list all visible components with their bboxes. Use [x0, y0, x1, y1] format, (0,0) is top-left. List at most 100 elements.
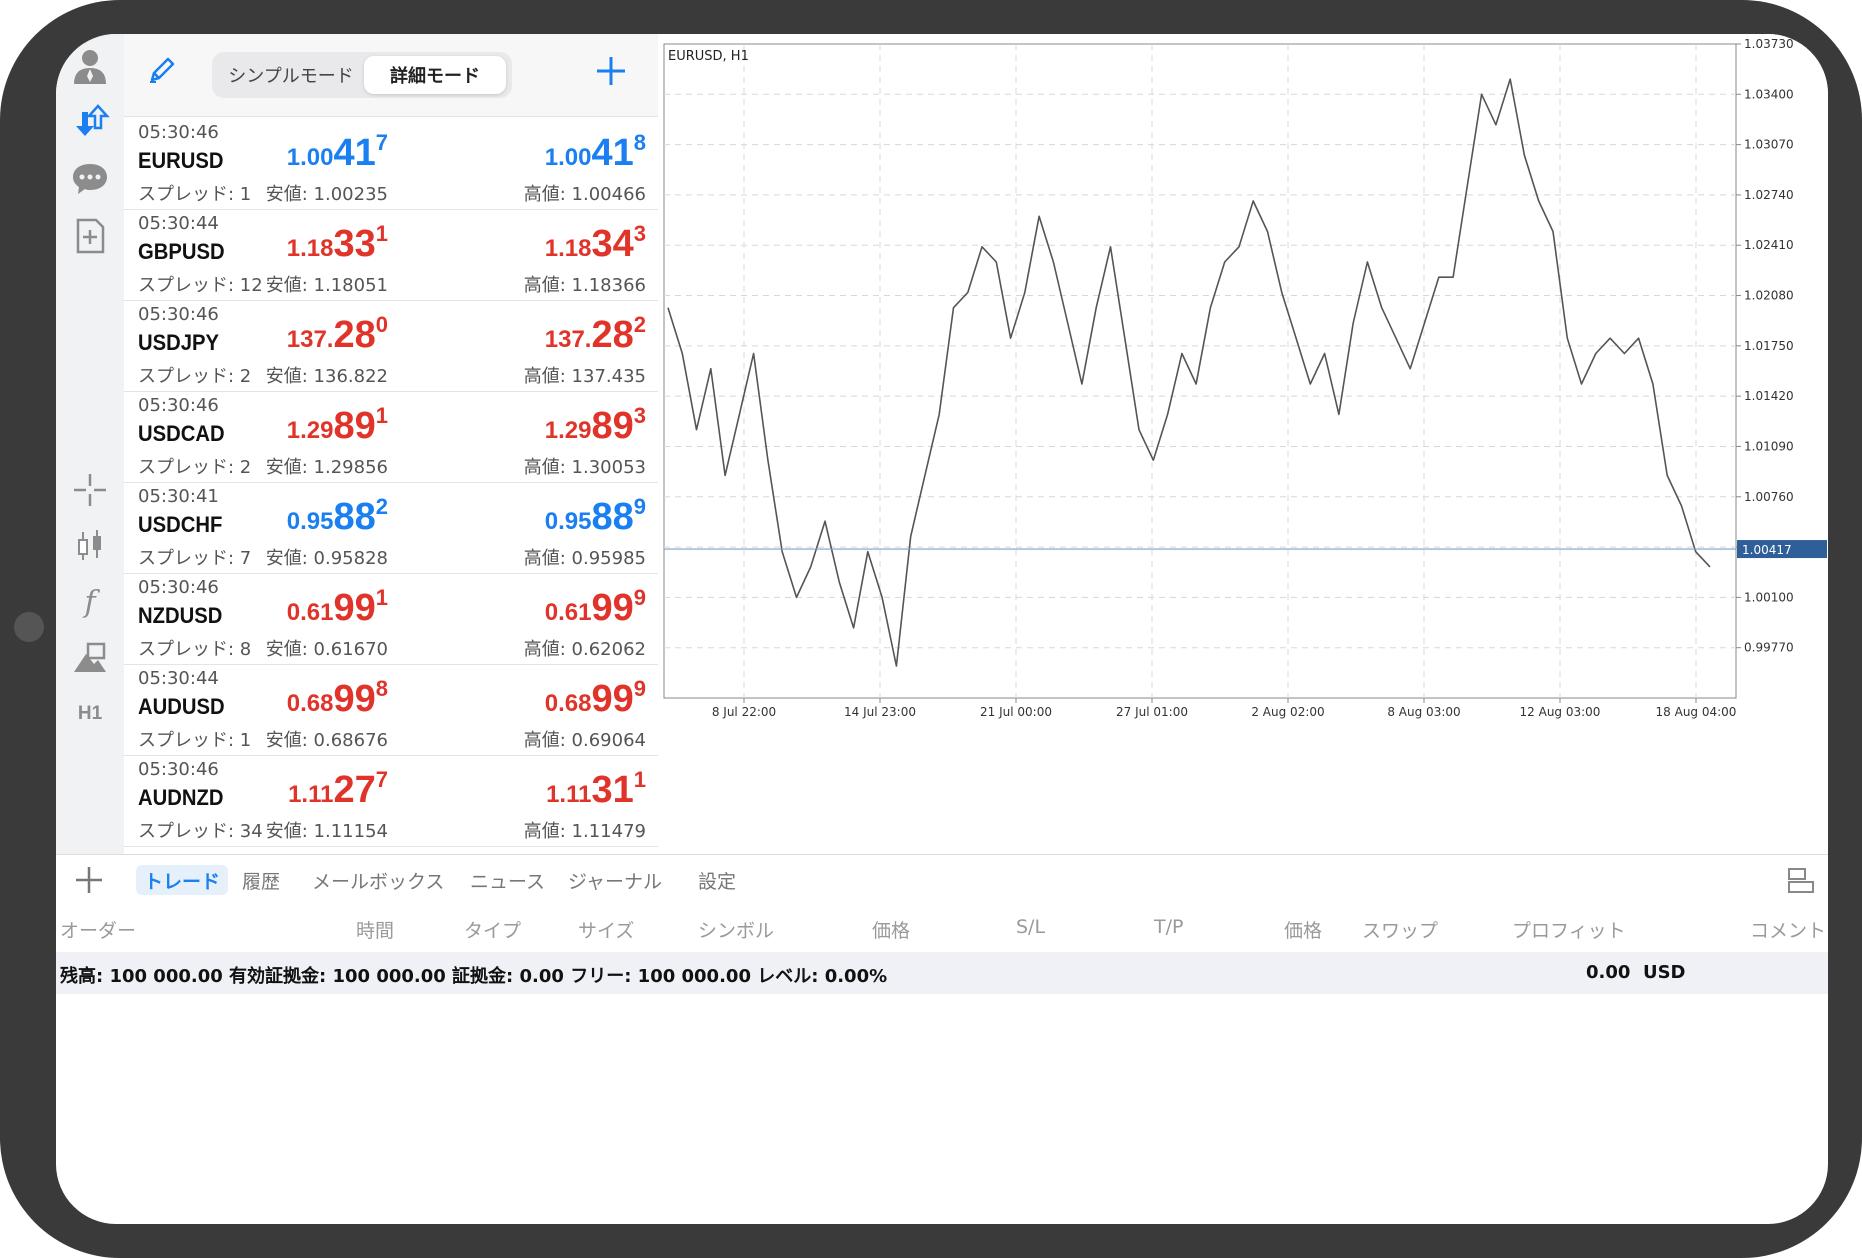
- quote-low: 安値: 0.95828: [265, 548, 388, 569]
- account-icon[interactable]: [66, 42, 114, 90]
- layout-toggle-icon[interactable]: [1786, 865, 1816, 899]
- bid-price[interactable]: 1.00417: [287, 130, 388, 175]
- quote-spread: スプレッド: 1: [138, 184, 252, 205]
- simple-mode-button[interactable]: シンプルモード: [218, 57, 364, 93]
- quote-symbol: USDCHF: [138, 512, 223, 537]
- quote-time: 05:30:46: [138, 395, 219, 416]
- quote-low: 安値: 1.18051: [265, 275, 388, 296]
- balance-row: 残高: 100 000.00 有効証拠金: 100 000.00 証拠金: 0.…: [56, 952, 1828, 994]
- bid-price[interactable]: 137.280: [287, 312, 388, 357]
- quote-spread: スプレッド: 12: [138, 275, 263, 296]
- bid-price[interactable]: 0.95882: [287, 494, 388, 539]
- quote-row-nzdusd[interactable]: 05:30:46 NZDUSD スプレッド: 8 0.61991 0.61999…: [124, 573, 658, 665]
- quote-row-usdjpy[interactable]: 05:30:46 USDJPY スプレッド: 2 137.280 137.282…: [124, 300, 658, 392]
- quote-low: 安値: 0.68676: [265, 730, 388, 751]
- trade-arrows-icon[interactable]: [66, 98, 114, 146]
- detailed-mode-button[interactable]: 詳細モード: [364, 56, 506, 94]
- quote-time: 05:30:46: [138, 122, 219, 143]
- quote-symbol: EURUSD: [138, 148, 224, 173]
- quote-symbol: AUDNZD: [138, 785, 224, 810]
- x-tick-label: 14 Jul 23:00: [844, 705, 916, 719]
- quote-high: 高値: 137.435: [523, 366, 646, 387]
- quote-low: 安値: 1.29856: [265, 457, 388, 478]
- bid-price[interactable]: 1.29891: [287, 403, 388, 448]
- quote-row-audusd[interactable]: 05:30:44 AUDUSD スプレッド: 1 0.68998 0.68999…: [124, 664, 658, 756]
- col-order: オーダー: [60, 920, 137, 942]
- terminal-tab-bar: トレード 履歴 メールボックス ニュース ジャーナル 設定: [56, 854, 1828, 905]
- quote-row-usdchf[interactable]: 05:30:41 USDCHF スプレッド: 7 0.95882 0.95889…: [124, 482, 658, 574]
- crosshair-icon[interactable]: [66, 466, 114, 514]
- tab-mailbox[interactable]: メールボックス: [304, 865, 452, 895]
- chart-area[interactable]: 1.03730 1.03400 1.03070 1.02740 1.02410 1.020…: [658, 34, 1828, 854]
- ask-price[interactable]: 0.61999: [545, 585, 646, 630]
- tab-news[interactable]: ニュース: [462, 865, 553, 895]
- quote-high: 高値: 0.69064: [523, 730, 646, 751]
- quote-low: 安値: 1.11154: [265, 821, 388, 842]
- x-tick-label: 27 Jul 01:00: [1116, 705, 1188, 719]
- quotes-panel: シンプルモード 詳細モード 05:30:46 EURUSD スプレッド: 1 1…: [124, 34, 658, 854]
- trade-column-header: オーダー 時間 タイプ サイズ シンボル 価格 S/L T/P 価格 スワップ …: [56, 904, 1828, 953]
- chart-title: EURUSD, H1: [668, 49, 749, 64]
- bid-price[interactable]: 1.11277: [288, 767, 388, 812]
- new-document-icon[interactable]: [66, 212, 114, 260]
- price-chart[interactable]: 1.03730 1.03400 1.03070 1.02740 1.02410 1.020…: [658, 34, 1828, 854]
- tab-settings[interactable]: 設定: [690, 865, 744, 895]
- col-size: サイズ: [578, 920, 635, 942]
- quote-spread: スプレッド: 7: [138, 548, 252, 569]
- ask-price[interactable]: 137.282: [545, 312, 646, 357]
- y-tick-label: 1.01420: [1744, 389, 1794, 403]
- quote-low: 安値: 0.61670: [265, 639, 388, 660]
- quote-time: 05:30:41: [138, 486, 219, 507]
- quote-row-audnzd[interactable]: 05:30:46 AUDNZD スプレッド: 34 1.11277 1.1131…: [124, 755, 658, 847]
- quote-high: 高値: 1.18366: [523, 275, 646, 296]
- ask-price[interactable]: 1.18343: [545, 221, 646, 266]
- quote-spread: スプレッド: 8: [138, 639, 252, 660]
- add-order-icon[interactable]: [74, 865, 104, 899]
- quote-row-gbpusd[interactable]: 05:30:44 GBPUSD スプレッド: 12 1.18331 1.1834…: [124, 209, 658, 301]
- quote-low: 安値: 136.822: [265, 366, 388, 387]
- bid-price-label: 1.00417: [1742, 543, 1792, 557]
- col-symbol: シンボル: [698, 920, 775, 942]
- home-button[interactable]: [14, 612, 44, 642]
- edit-pencil-icon[interactable]: [146, 54, 178, 90]
- bid-price[interactable]: 0.61991: [287, 585, 388, 630]
- app-screen: f H1 シンプルモード 詳細モード 05:30:46 EURUSD スプレッド…: [56, 34, 1828, 1224]
- total-profit: 0.00 USD: [1586, 962, 1686, 983]
- tab-history[interactable]: 履歴: [234, 865, 288, 895]
- candlestick-icon[interactable]: [66, 522, 114, 570]
- quote-high: 高値: 1.00466: [523, 184, 646, 205]
- timeframe-button[interactable]: H1: [66, 690, 114, 738]
- col-price: 価格: [872, 920, 911, 942]
- quote-spread: スプレッド: 34: [138, 821, 263, 842]
- y-tick-label: 1.00100: [1744, 590, 1794, 604]
- chat-icon[interactable]: [66, 154, 114, 202]
- ask-price[interactable]: 1.29893: [545, 403, 646, 448]
- tab-journal[interactable]: ジャーナル: [560, 865, 670, 895]
- quote-high: 高値: 1.11479: [523, 821, 646, 842]
- y-tick-label: 1.03730: [1744, 37, 1794, 51]
- quote-low: 安値: 1.00235: [265, 184, 388, 205]
- x-tick-label: 12 Aug 03:00: [1520, 705, 1601, 719]
- bid-price[interactable]: 0.68998: [287, 676, 388, 721]
- quote-symbol: USDJPY: [138, 330, 220, 355]
- tab-trade[interactable]: トレード: [136, 865, 229, 895]
- bid-price[interactable]: 1.18331: [287, 221, 388, 266]
- col-type: タイプ: [464, 920, 522, 942]
- quote-symbol: USDCAD: [138, 421, 225, 446]
- ask-price[interactable]: 1.11311: [546, 767, 646, 812]
- add-symbol-icon[interactable]: [594, 54, 628, 92]
- indicator-function-icon[interactable]: f: [66, 578, 114, 626]
- col-sl: S/L: [1016, 916, 1046, 938]
- ask-price[interactable]: 0.95889: [545, 494, 646, 539]
- mode-segmented-control: シンプルモード 詳細モード: [212, 52, 512, 98]
- y-tick-label: 0.99770: [1744, 641, 1794, 655]
- quote-time: 05:30:44: [138, 213, 219, 234]
- x-tick-label: 8 Aug 03:00: [1387, 705, 1460, 719]
- x-tick-label: 18 Aug 04:00: [1656, 705, 1737, 719]
- quote-row-usdcad[interactable]: 05:30:46 USDCAD スプレッド: 2 1.29891 1.29893…: [124, 391, 658, 483]
- objects-shapes-icon[interactable]: [66, 634, 114, 682]
- ask-price[interactable]: 0.68999: [545, 676, 646, 721]
- quote-row-eurusd[interactable]: 05:30:46 EURUSD スプレッド: 1 1.00417 1.00418…: [124, 118, 658, 210]
- y-tick-label: 1.02080: [1744, 289, 1794, 303]
- ask-price[interactable]: 1.00418: [545, 130, 646, 175]
